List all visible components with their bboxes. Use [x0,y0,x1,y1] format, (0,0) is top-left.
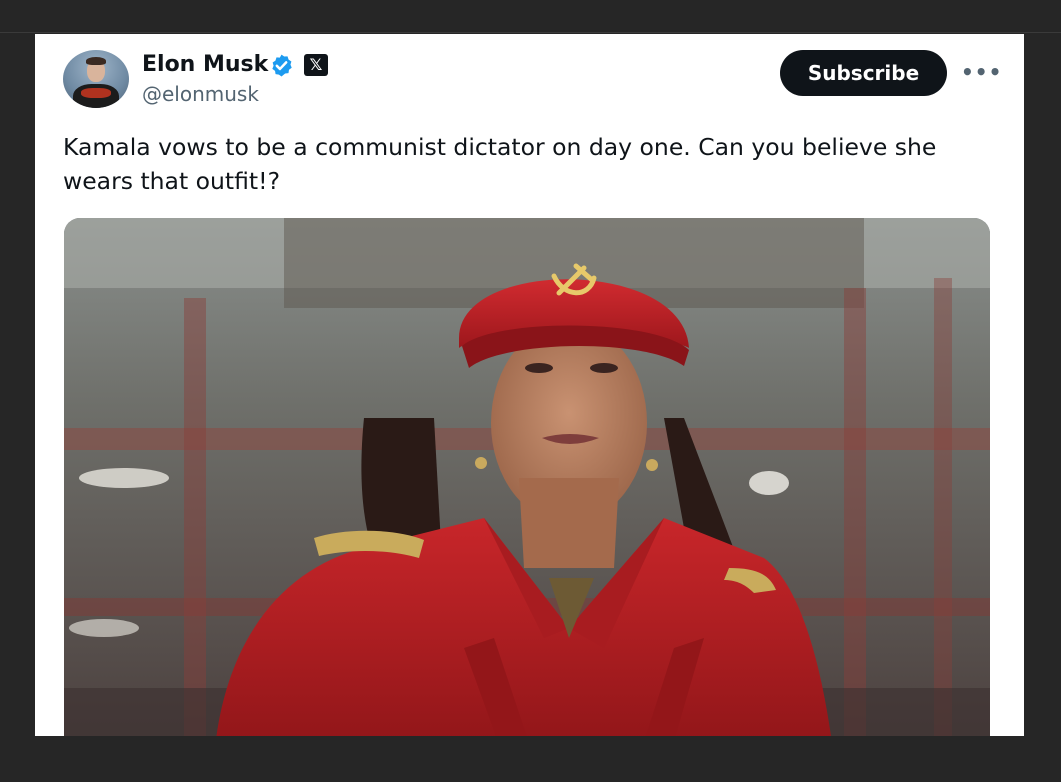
verified-badge-icon [272,54,292,77]
author-name[interactable]: Elon Musk [142,50,268,80]
post-image-illustration [64,218,990,736]
post-text: Kamala vows to be a communist dictator o… [63,133,937,195]
post-image[interactable] [64,218,990,736]
subscribe-button[interactable]: Subscribe [780,50,947,96]
post-card: Elon Musk 𝕏 @elonmusk Subscribe ••• Kama… [35,34,1024,736]
top-divider [0,32,1061,33]
avatar[interactable] [63,50,129,108]
author-handle[interactable]: @elonmusk [142,80,259,108]
more-options-icon[interactable]: ••• [961,60,1001,84]
x-logo-icon: 𝕏 [304,54,328,76]
